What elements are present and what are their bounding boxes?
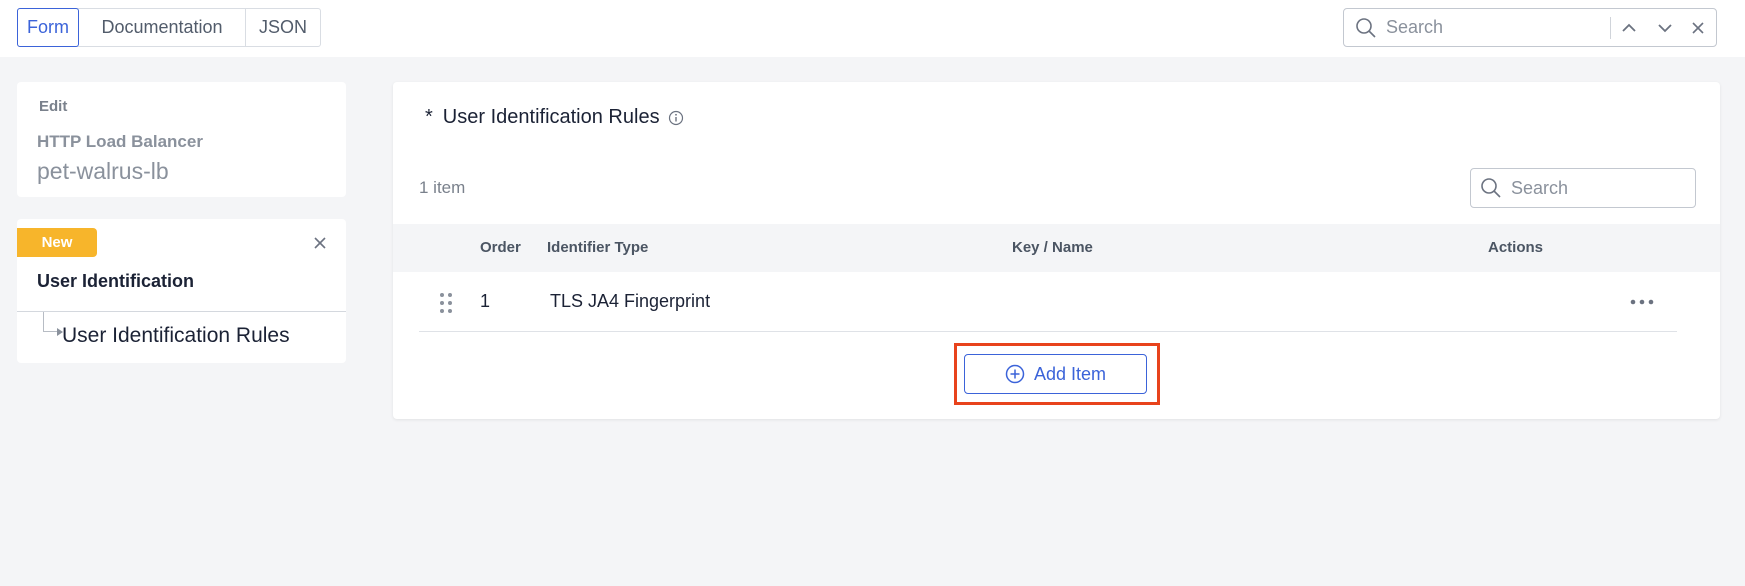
cell-identifier-type: TLS JA4 Fingerprint	[550, 291, 711, 311]
search-clear-button[interactable]	[1683, 10, 1713, 46]
search-prev-button[interactable]	[1611, 10, 1647, 46]
column-header-actions: Actions	[1488, 239, 1544, 256]
tab-form[interactable]: Form	[17, 8, 79, 47]
section-heading: * User Identification Rules	[425, 106, 684, 129]
item-count: 1 item	[419, 178, 466, 197]
view-tabs: Form Documentation JSON	[17, 8, 321, 47]
info-icon[interactable]	[668, 110, 684, 126]
more-icon	[1630, 299, 1654, 305]
top-search-input[interactable]	[1386, 17, 1596, 38]
cell-order: 1	[480, 291, 491, 311]
search-icon	[1481, 178, 1501, 198]
table-search-box	[1470, 168, 1696, 208]
add-item-button[interactable]: Add Item	[964, 354, 1147, 394]
close-icon	[1692, 21, 1704, 34]
object-name: pet-walrus-lb	[37, 158, 169, 184]
add-item-label: Add Item	[1033, 363, 1107, 384]
divider	[17, 311, 346, 312]
tab-json[interactable]: JSON	[246, 9, 320, 46]
plus-circle-icon	[1005, 364, 1025, 384]
table-search-input[interactable]	[1511, 177, 1681, 199]
column-header-identifier-type[interactable]: Identifier Type	[547, 239, 648, 256]
column-header-order[interactable]: Order	[480, 239, 521, 256]
search-next-button[interactable]	[1647, 10, 1683, 46]
tab-documentation[interactable]: Documentation	[79, 9, 246, 46]
drag-handle-icon[interactable]	[439, 292, 453, 314]
rules-card: * User Identification Rules 1 item Order…	[393, 82, 1720, 419]
section-title: User Identification	[37, 271, 195, 291]
required-marker: *	[425, 106, 433, 128]
section-nav-card: New User Identification User Identificat…	[17, 219, 346, 363]
top-search-box	[1343, 8, 1717, 47]
chevron-up-icon	[1622, 23, 1636, 32]
close-icon	[314, 237, 326, 249]
edit-summary-card: Edit HTTP Load Balancer pet-walrus-lb	[17, 82, 346, 197]
object-type: HTTP Load Balancer	[37, 132, 203, 151]
nav-item-user-identification-rules[interactable]: User Identification Rules	[62, 324, 290, 348]
close-section-button[interactable]	[310, 233, 330, 253]
section-heading-text: User Identification Rules	[442, 106, 660, 128]
top-bar: Form Documentation JSON	[0, 0, 1745, 57]
new-badge: New	[17, 228, 97, 257]
chevron-down-icon	[1658, 23, 1672, 32]
table-row[interactable]: 1 TLS JA4 Fingerprint	[419, 272, 1677, 332]
row-actions-button[interactable]	[1627, 290, 1657, 314]
table-header: Order Identifier Type Key / Name Actions	[393, 224, 1720, 272]
search-icon	[1356, 17, 1376, 38]
edit-label: Edit	[39, 98, 68, 115]
tree-connector	[43, 312, 57, 332]
column-header-key-name[interactable]: Key / Name	[1012, 239, 1093, 256]
